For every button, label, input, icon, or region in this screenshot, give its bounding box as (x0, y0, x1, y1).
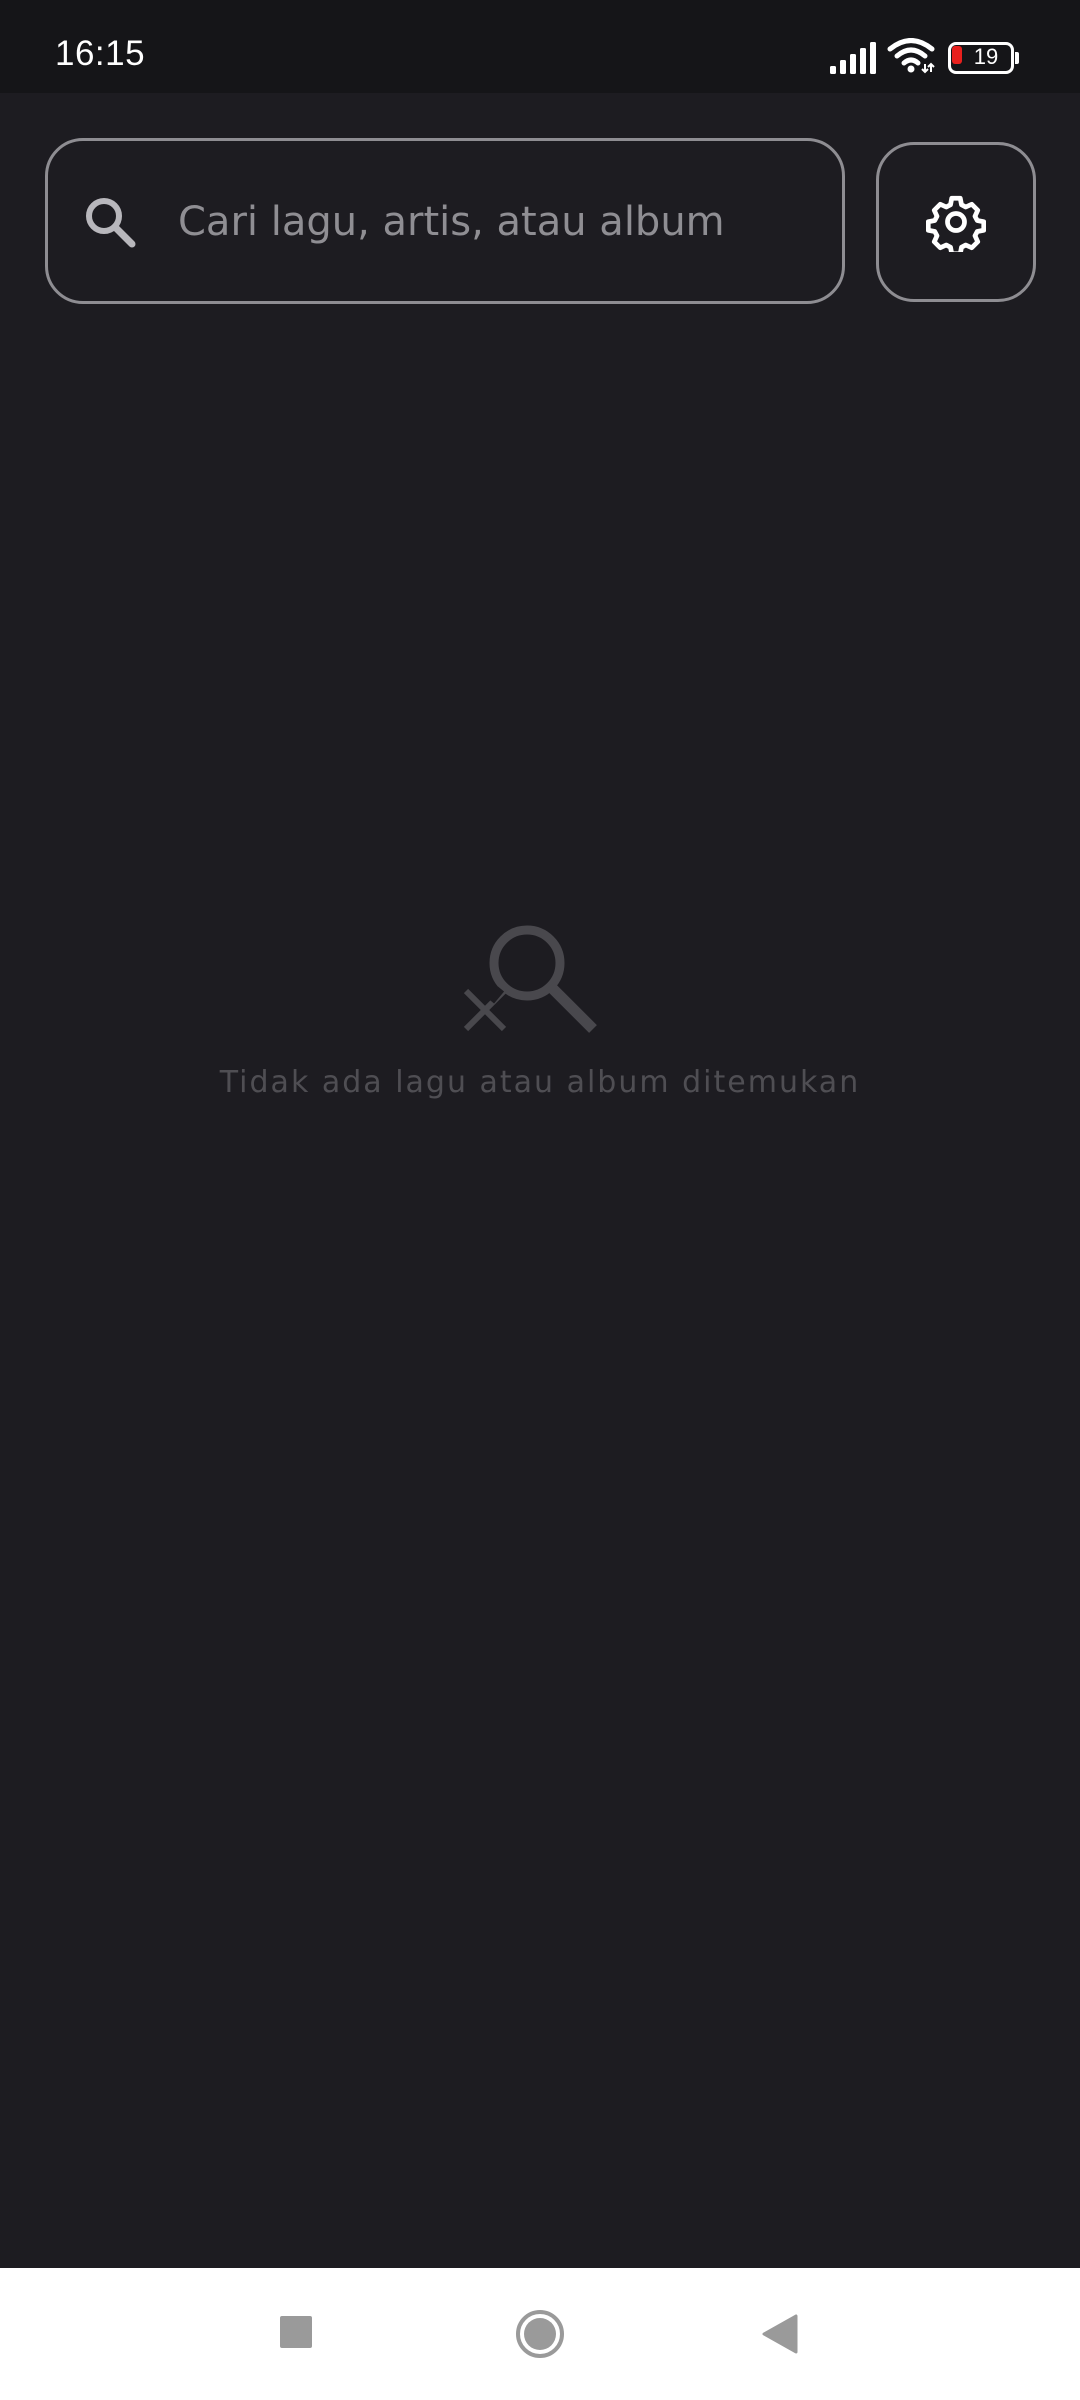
settings-button[interactable] (876, 142, 1036, 302)
no-results-search-icon (463, 925, 597, 1033)
navigation-bar (0, 2268, 1080, 2400)
status-icons: 19 (820, 0, 1080, 93)
back-triangle-icon[interactable] (760, 2312, 800, 2356)
battery-icon: 19 (948, 42, 1020, 74)
home-circle-icon[interactable] (514, 2308, 566, 2360)
recents-square-icon[interactable] (278, 2314, 314, 2350)
battery-level: 19 (973, 44, 999, 69)
search-input[interactable]: Cari lagu, artis, atau album (45, 138, 845, 304)
gear-icon (926, 195, 986, 252)
search-icon (86, 198, 136, 248)
empty-state: Tidak ada lagu atau album ditemukan (0, 900, 1080, 1120)
status-bar: 16:15 19 (0, 0, 1080, 93)
signal-icon (830, 42, 876, 74)
empty-message: Tidak ada lagu atau album ditemukan (219, 1065, 861, 1100)
search-placeholder: Cari lagu, artis, atau album (178, 199, 725, 245)
status-time: 16:15 (55, 34, 146, 73)
wifi-icon (887, 38, 935, 74)
